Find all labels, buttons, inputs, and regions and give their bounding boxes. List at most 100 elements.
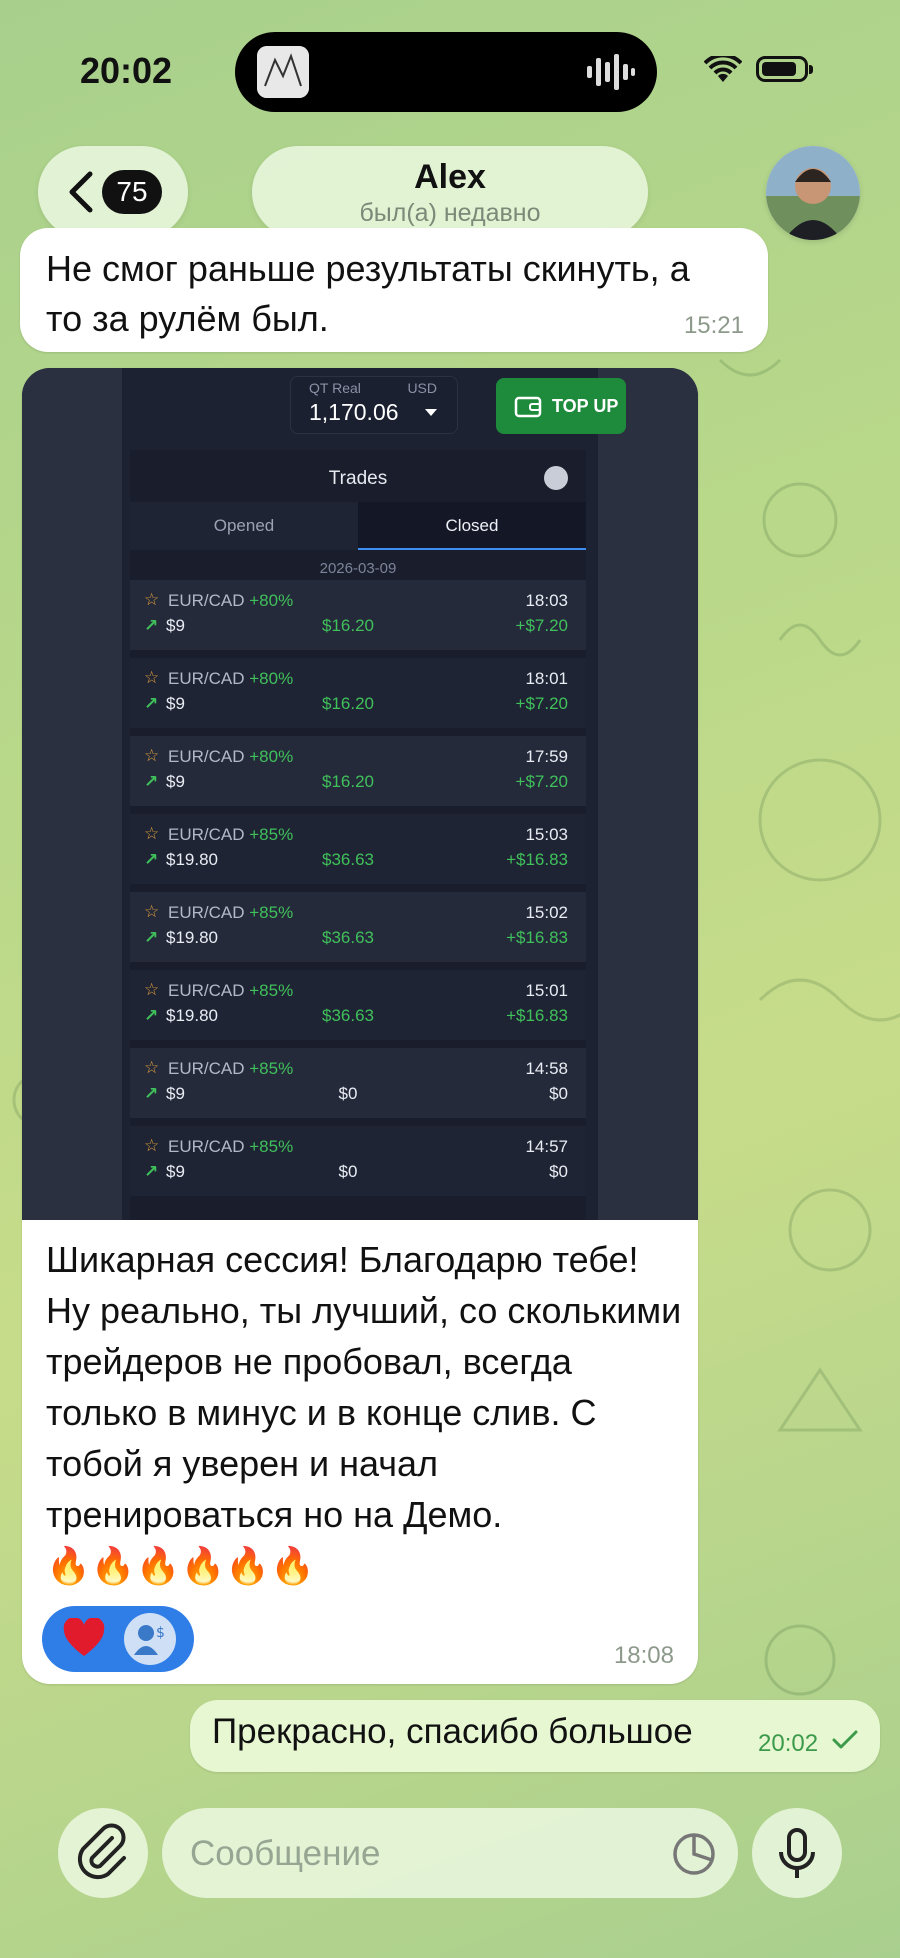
incoming-message[interactable]: Не смог раньше результаты скинуть, а то … (20, 228, 768, 352)
trade-profit: +$7.20 (515, 616, 568, 635)
trade-payout: $16.20 (322, 772, 374, 791)
message-time: 20:02 (758, 1730, 819, 1757)
trade-row: ☆ EUR/CAD +80% 18:03 ↗ $9 $16.20 +$7.20 (130, 580, 586, 650)
message-input[interactable]: Сообщение (162, 1808, 738, 1898)
star-icon: ☆ (144, 902, 160, 921)
outgoing-message[interactable]: Прекрасно, спасибо большое 20:02 (190, 1700, 880, 1772)
trade-payout: $0 (338, 1162, 358, 1181)
trade-payout: $0 (338, 1084, 358, 1103)
arrow-up-right-icon: ↗ (144, 1084, 159, 1103)
star-icon: ☆ (144, 824, 160, 843)
star-icon: ☆ (144, 980, 160, 999)
trade-profit: +$7.20 (515, 694, 568, 713)
trade-time: 18:03 (525, 591, 568, 610)
trade-time: 15:02 (525, 903, 568, 922)
trade-investment: $19.80 (166, 850, 218, 869)
trade-row: ☆ EUR/CAD +85% 14:57 ↗ $9 $0 $0 (130, 1126, 586, 1196)
account-label: QT Real (309, 380, 361, 396)
dynamic-island[interactable] (235, 32, 657, 112)
account-selector: QT Real USD 1,170.06 (290, 376, 458, 434)
trade-row: ☆ EUR/CAD +80% 17:59 ↗ $9 $16.20 +$7.20 (130, 736, 586, 806)
chat-title[interactable]: Alex был(а) недавно (252, 146, 648, 238)
trade-payout: $36.63 (322, 928, 374, 947)
arrow-up-right-icon: ↗ (144, 850, 159, 869)
topup-button: TOP UP (496, 378, 626, 434)
tab-closed: Closed (358, 502, 586, 550)
tab-opened: Opened (130, 502, 358, 550)
trade-time: 15:03 (525, 825, 568, 844)
contact-name: Alex (414, 158, 486, 196)
trade-profit: +$16.83 (506, 850, 568, 869)
list-icon (544, 466, 568, 490)
trade-payout: $36.63 (322, 850, 374, 869)
trade-investment: $19.80 (166, 928, 218, 947)
trade-time: 17:59 (525, 747, 568, 766)
trade-row: ☆ EUR/CAD +85% 14:58 ↗ $9 $0 $0 (130, 1048, 586, 1118)
unread-count-badge: 75 (102, 170, 162, 214)
reactor-avatar: $ (124, 1613, 176, 1665)
audio-wave-icon (587, 54, 635, 90)
trade-investment: $9 (166, 694, 185, 713)
reaction-chip[interactable]: $ (42, 1606, 194, 1672)
trade-profit: $0 (549, 1084, 568, 1103)
trade-row: ☆ EUR/CAD +80% 18:01 ↗ $9 $16.20 +$7.20 (130, 658, 586, 728)
clock: 20:02 (80, 50, 173, 91)
message-text: Прекрасно, спасибо большое (212, 1712, 693, 1751)
contact-avatar[interactable] (766, 146, 860, 240)
attach-icon (77, 1823, 126, 1880)
trade-row: ☆ EUR/CAD +85% 15:03 ↗ $19.80 $36.63 +$16.83 (130, 814, 586, 884)
arrow-up-right-icon: ↗ (144, 1006, 159, 1025)
panel-title: Trades (328, 468, 388, 489)
status-bar: 20:02 (0, 0, 900, 140)
star-icon: ☆ (144, 590, 160, 609)
trade-investment: $9 (166, 616, 185, 635)
trade-time: 14:58 (525, 1059, 568, 1078)
account-currency: USD (407, 380, 437, 396)
message-text: Не смог раньше результаты скинуть, а то … (46, 248, 690, 339)
trade-profit: +$7.20 (515, 772, 568, 791)
mic-icon (779, 1828, 815, 1878)
trade-row: ☆ EUR/CAD +85% 15:02 ↗ $19.80 $36.63 +$16.83 (130, 892, 586, 962)
trade-investment: $19.80 (166, 1006, 218, 1025)
trade-time: 14:57 (525, 1137, 568, 1156)
trade-pair: EUR/CAD +85% (168, 903, 294, 922)
voice-message-button[interactable] (752, 1808, 842, 1898)
arrow-up-right-icon: ↗ (144, 928, 159, 947)
trade-date: 2026-03-09 (319, 560, 397, 577)
arrow-up-right-icon: ↗ (144, 616, 159, 635)
heart-icon (63, 1618, 105, 1656)
caret-down-icon (425, 409, 437, 416)
account-balance: 1,170.06 (309, 399, 399, 425)
trade-investment: $9 (166, 1084, 185, 1103)
message-time: 15:21 (683, 312, 744, 339)
arrow-up-right-icon: ↗ (144, 772, 159, 791)
trade-pair: EUR/CAD +85% (168, 825, 294, 844)
star-icon: ☆ (144, 746, 160, 765)
trade-time: 15:01 (525, 981, 568, 1000)
now-playing-thumbnail (257, 46, 309, 98)
attach-button[interactable] (58, 1808, 148, 1898)
back-button[interactable]: 75 (38, 146, 188, 238)
trade-pair: EUR/CAD +80% (168, 591, 294, 610)
message-time: 18:08 (613, 1642, 674, 1669)
star-icon: ☆ (144, 1058, 160, 1077)
trade-pair: EUR/CAD +80% (168, 669, 294, 688)
arrow-up-right-icon: ↗ (144, 1162, 159, 1181)
trade-payout: $36.63 (322, 1006, 374, 1025)
trade-pair: EUR/CAD +85% (168, 1059, 294, 1078)
arrow-up-right-icon: ↗ (144, 694, 159, 713)
back-chevron-icon (69, 171, 93, 213)
trade-investment: $9 (166, 772, 185, 791)
trade-profit: +$16.83 (506, 1006, 568, 1025)
trade-screenshot[interactable]: QT Real USD 1,170.06 TOP UP Trades Opene… (22, 368, 698, 1220)
battery-icon (756, 56, 813, 82)
incoming-photo-message[interactable]: QT Real USD 1,170.06 TOP UP Trades Opene… (22, 368, 698, 1684)
star-icon: ☆ (144, 668, 160, 687)
trade-time: 18:01 (525, 669, 568, 688)
wifi-icon (704, 56, 742, 82)
svg-text:$: $ (156, 1625, 165, 1641)
sticker-icon[interactable] (672, 1832, 716, 1876)
message-input-placeholder: Сообщение (190, 1834, 381, 1873)
trade-row: ☆ EUR/CAD +85% 15:01 ↗ $19.80 $36.63 +$16.83 (130, 970, 586, 1040)
message-text: Шикарная сессия! Благодарю тебе! Ну реал… (46, 1239, 682, 1586)
